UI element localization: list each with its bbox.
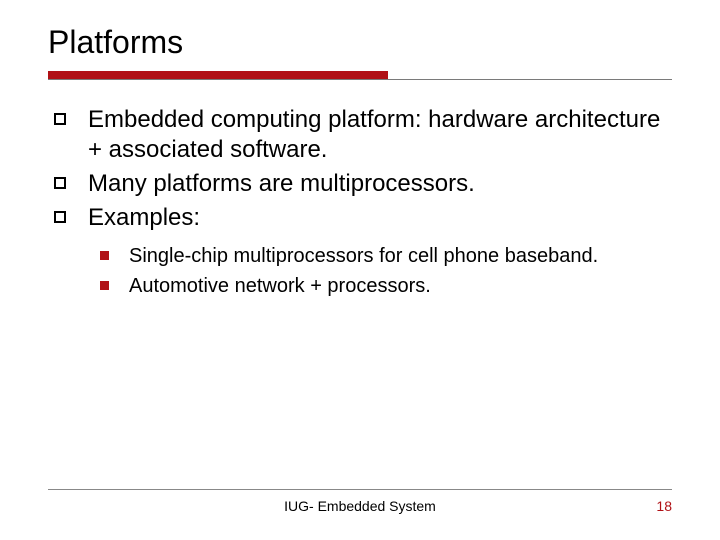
sub-bullet-text: Automotive network + processors.	[129, 273, 431, 299]
square-outline-icon	[54, 177, 66, 189]
footer-row: IUG- Embedded System 18	[48, 498, 672, 514]
bullet-text: Many platforms are multiprocessors.	[88, 169, 475, 199]
sub-bullet-text: Single-chip multiprocessors for cell pho…	[129, 243, 598, 269]
page-number: 18	[656, 498, 672, 514]
slide-body: Embedded computing platform: hardware ar…	[48, 105, 672, 299]
square-outline-icon	[54, 113, 66, 125]
bullet-item: Many platforms are multiprocessors.	[54, 169, 672, 199]
sub-bullet-item: Single-chip multiprocessors for cell pho…	[100, 243, 672, 269]
title-rule	[48, 71, 672, 81]
slide: Platforms Embedded computing platform: h…	[0, 0, 720, 540]
slide-footer: IUG- Embedded System 18	[48, 489, 672, 514]
square-filled-icon	[100, 251, 109, 260]
bullet-item: Examples:	[54, 203, 672, 233]
bullet-text: Embedded computing platform: hardware ar…	[88, 105, 672, 165]
square-filled-icon	[100, 281, 109, 290]
footer-center-text: IUG- Embedded System	[48, 498, 672, 514]
title-rule-line	[48, 79, 672, 80]
square-outline-icon	[54, 211, 66, 223]
sub-bullet-list: Single-chip multiprocessors for cell pho…	[54, 243, 672, 299]
slide-title: Platforms	[48, 24, 672, 61]
bullet-text: Examples:	[88, 203, 200, 233]
footer-rule	[48, 489, 672, 490]
sub-bullet-item: Automotive network + processors.	[100, 273, 672, 299]
bullet-item: Embedded computing platform: hardware ar…	[54, 105, 672, 165]
